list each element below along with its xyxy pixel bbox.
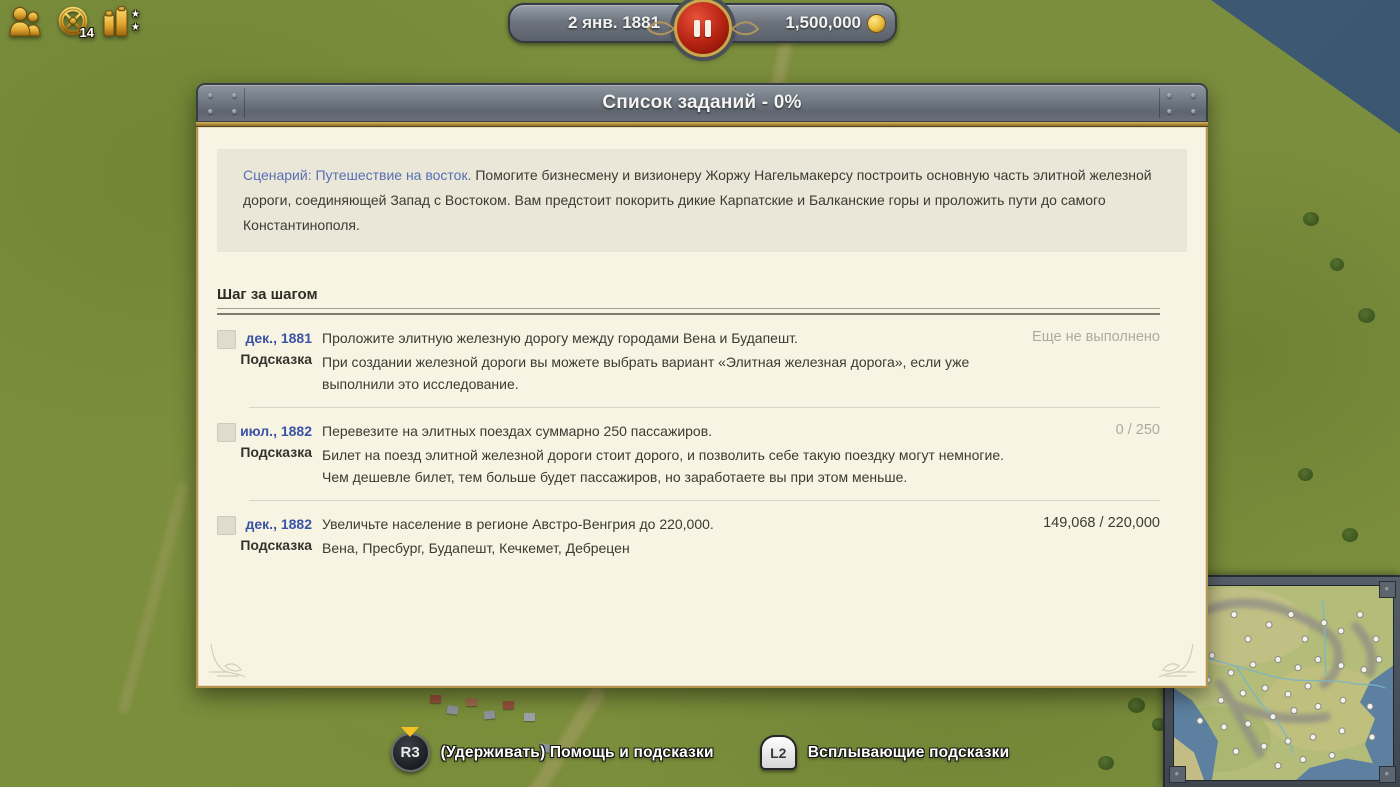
pause-icon [705, 20, 711, 37]
hint-help: R3 (Удерживать) Помощь и подсказки [391, 733, 714, 772]
game-screen: 14 ★ ★ 2 янв. 1881 1,500,000 [0, 0, 1400, 787]
scenario-description: Сценарий: Путешествие на восток. Помогит… [217, 149, 1187, 252]
gold-flourish [646, 15, 676, 41]
hint-text: Вена, Пресбург, Будапешт, Кечкемет, Дебр… [322, 537, 1012, 559]
r3-button-icon: R3 [391, 733, 430, 772]
star-icon: ★ [131, 10, 140, 20]
task-list-panel: Список заданий - 0% Сценарий: Путешестви… [196, 83, 1208, 688]
task-description: Проложите элитную железную дорогу между … [322, 329, 1022, 346]
task-status: Еще не выполнено [1032, 329, 1160, 345]
industry-goods-icon[interactable]: ★ ★ [102, 6, 140, 38]
hint-help-label: (Удерживать) Помощь и подсказки [441, 744, 714, 762]
pause-button[interactable] [674, 0, 732, 57]
panel-header: Список заданий - 0% [196, 83, 1208, 121]
task-row: июл., 1882 Перевезите на элитных поездах… [217, 407, 1160, 498]
minimap-corner [1379, 581, 1396, 598]
task-description: Увеличьте население в регионе Австро-Вен… [322, 515, 1033, 532]
tree [1342, 528, 1358, 542]
village-building [466, 698, 477, 706]
hint-label: Подсказка [217, 444, 312, 488]
hud-notification-icons: 14 ★ ★ [8, 6, 140, 38]
hint-text: Билет на поезд элитной железной дороги с… [322, 444, 1012, 488]
hint-tooltips-label: Всплывающие подсказки [808, 744, 1010, 762]
task-row: дек., 1882 Увеличьте население в регионе… [217, 500, 1160, 569]
tree [1298, 468, 1313, 481]
village-building [503, 701, 514, 709]
hint-tooltips: L2 Всплывающие подсказки [760, 735, 1010, 770]
wheel-badge-count: 14 [80, 25, 94, 40]
l2-button-icon: L2 [760, 735, 797, 770]
panel-title: Список заданий - 0% [198, 85, 1206, 121]
task-status: 149,068 / 220,000 [1043, 515, 1160, 531]
panel-body: Сценарий: Путешествие на восток. Помогит… [196, 127, 1208, 688]
hint-text: При создании железной дороги вы можете в… [322, 351, 1012, 395]
corner-ornament [1155, 642, 1199, 682]
star-icon: ★ [131, 23, 140, 33]
task-checkbox [217, 516, 236, 535]
task-status: 0 / 250 [1116, 422, 1160, 438]
corner-ornament [205, 642, 249, 682]
tree [1303, 212, 1319, 226]
passengers-icon[interactable] [8, 6, 44, 38]
section-title: Шаг за шагом [217, 286, 1187, 303]
gold-flourish [730, 15, 760, 41]
task-row: дек., 1881 Проложите элитную железную до… [217, 323, 1160, 405]
village-building [430, 695, 441, 703]
controller-hints-bar: R3 (Удерживать) Помощь и подсказки L2 Вс… [0, 733, 1400, 772]
village-building [484, 710, 496, 719]
pause-icon [694, 20, 700, 37]
money-value: 1,500,000 [785, 13, 861, 33]
section-divider [217, 308, 1160, 315]
hint-label: Подсказка [217, 351, 312, 395]
coin-icon [867, 14, 886, 33]
village-building [524, 713, 535, 721]
task-checkbox [217, 423, 236, 442]
hint-label: Подсказка [217, 537, 312, 559]
tree [1128, 698, 1145, 713]
research-wheel-icon[interactable]: 14 [56, 6, 90, 38]
task-description: Перевезите на элитных поездах суммарно 2… [322, 422, 1106, 439]
task-checkbox [217, 330, 236, 349]
money-display: 1,500,000 [785, 5, 886, 41]
task-list: дек., 1881 Проложите элитную железную до… [217, 323, 1160, 569]
top-status-bar: 2 янв. 1881 1,500,000 [508, 3, 897, 43]
village-building [446, 705, 458, 714]
scenario-title: Сценарий: Путешествие на восток. [243, 167, 471, 183]
tree [1330, 258, 1344, 271]
tree [1358, 308, 1375, 323]
